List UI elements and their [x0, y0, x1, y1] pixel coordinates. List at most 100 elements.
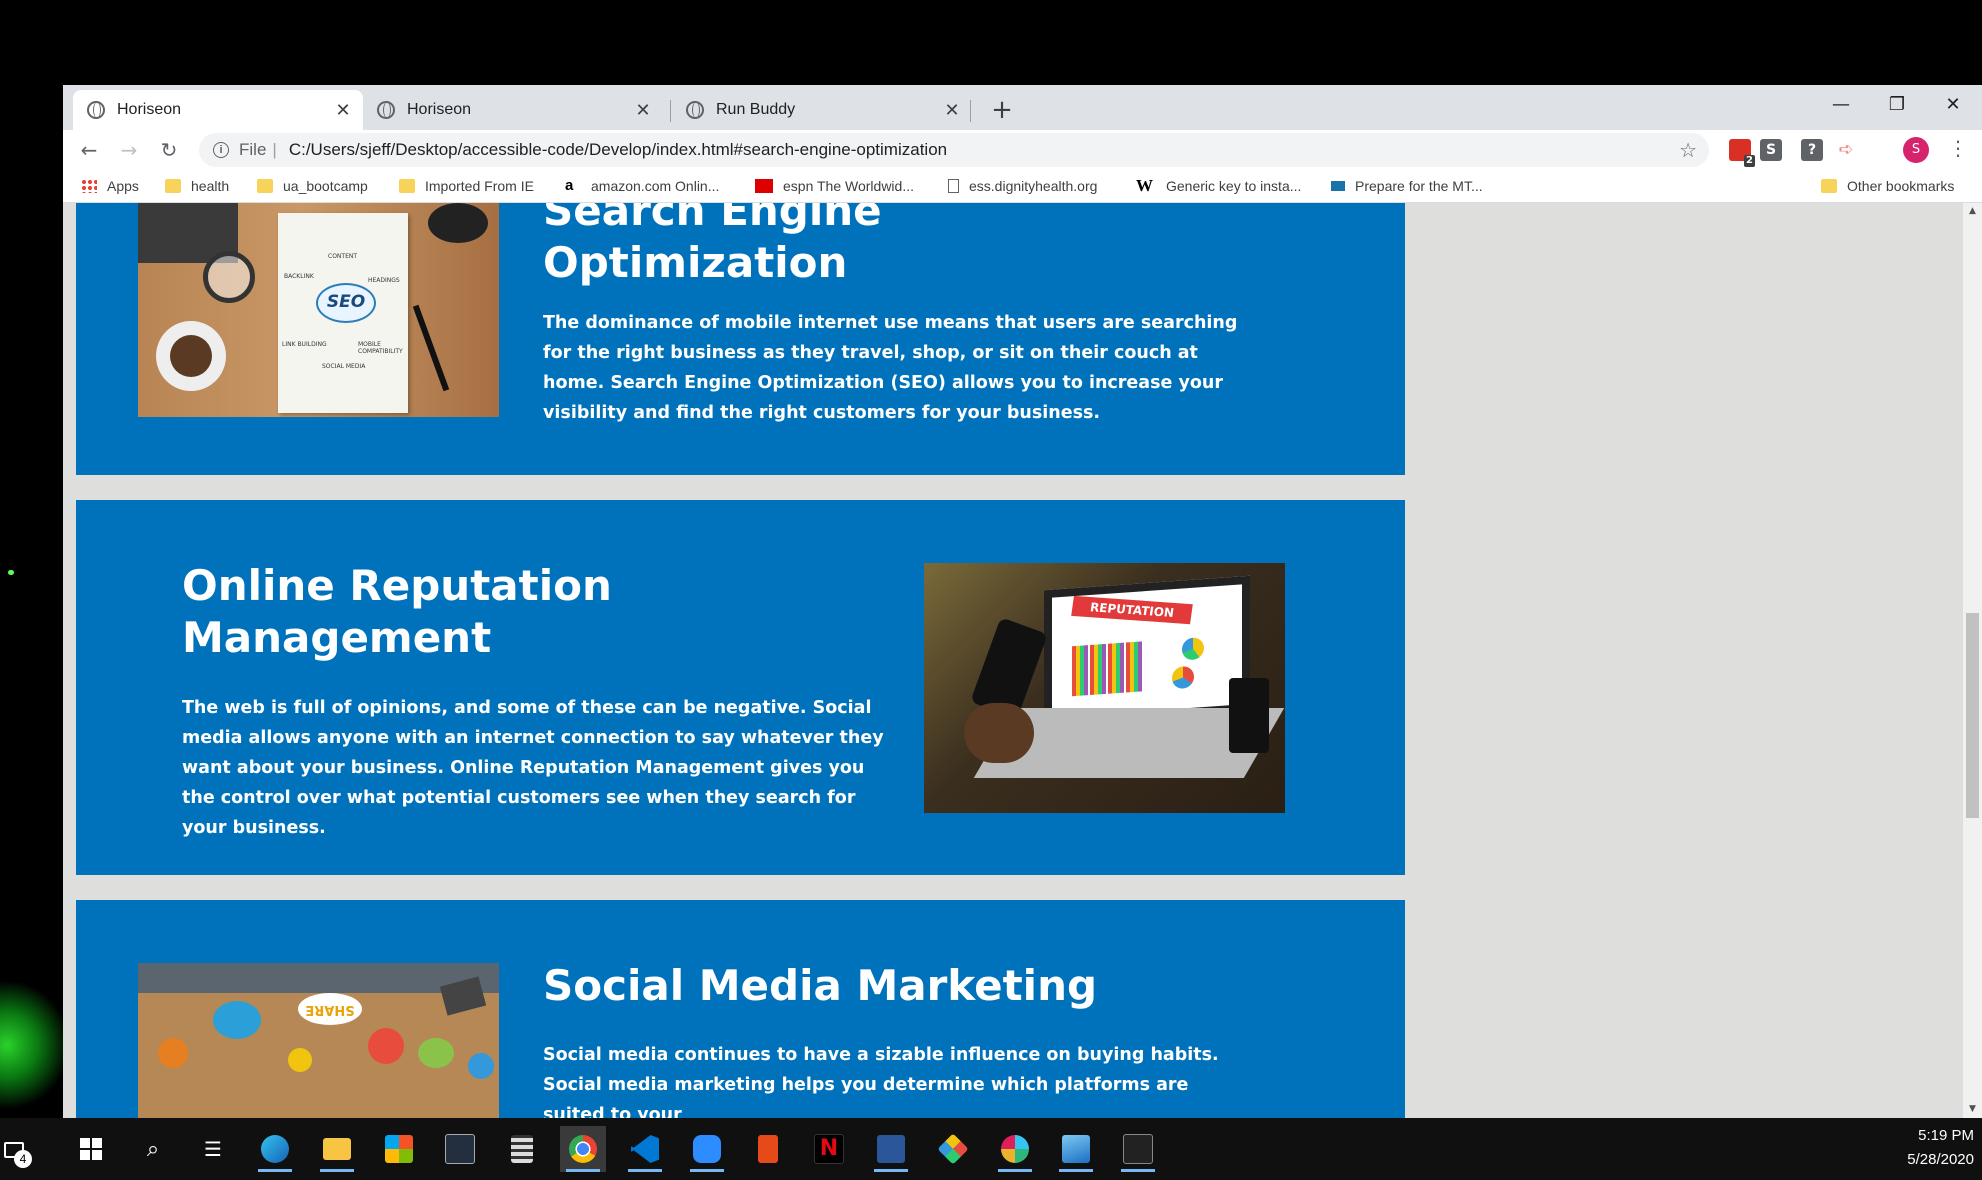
bookmark-health[interactable]: health	[165, 170, 229, 202]
system-clock[interactable]: 5:19 PM 5/28/2020	[1888, 1124, 1974, 1172]
bookmark-espn[interactable]: espn The Worldwid...	[755, 170, 914, 202]
image-text: BACKLINK	[284, 273, 314, 280]
globe-icon	[87, 101, 105, 119]
profile-avatar[interactable]: S	[1903, 137, 1929, 163]
close-tab-icon[interactable]: ✕	[940, 100, 964, 121]
close-tab-icon[interactable]: ✕	[331, 100, 355, 121]
notification-count: 4	[14, 1150, 32, 1168]
share-bubble: SHARE	[298, 993, 362, 1025]
tab-horiseon-2[interactable]: Horiseon ✕	[363, 90, 663, 130]
edge-icon[interactable]	[252, 1126, 298, 1172]
windows-taskbar: 4 ⌕ ☰ N 5:19 PM 5/28/2020	[0, 1118, 1982, 1180]
social-media-body: Social media continues to have a sizable…	[543, 1045, 1219, 1118]
back-button[interactable]: ←	[73, 134, 105, 166]
forward-button[interactable]: →	[113, 134, 145, 166]
image-text: MOBILE COMPATIBILITY	[358, 341, 403, 355]
netflix-icon[interactable]: N	[806, 1126, 852, 1172]
slack-icon[interactable]	[992, 1126, 1038, 1172]
url-text[interactable]: C:/Users/sjeff/Desktop/accessible-code/D…	[289, 140, 947, 160]
pen-shape	[412, 304, 450, 392]
tab-run-buddy[interactable]: Run Buddy ✕	[672, 90, 972, 130]
browser-window: Horiseon ✕ Horiseon ✕ Run Buddy ✕ + — ❐ …	[63, 85, 1982, 1118]
w-icon: W	[1136, 176, 1153, 195]
hand-shape	[964, 703, 1034, 763]
search-icon[interactable]: ⌕	[130, 1126, 176, 1172]
mug-shape	[1229, 678, 1269, 753]
app-icon-shape	[288, 1048, 312, 1072]
zoom-icon[interactable]	[684, 1126, 730, 1172]
apps-grid-icon	[81, 179, 97, 193]
scrollbar-thumb[interactable]	[1966, 613, 1979, 818]
folder-icon	[399, 179, 415, 193]
minimize-button[interactable]: —	[1813, 85, 1869, 125]
bookmark-star-icon[interactable]: ☆	[1679, 138, 1697, 163]
amazon-icon[interactable]	[437, 1126, 483, 1172]
windows-start-icon[interactable]	[68, 1126, 114, 1172]
address-bar[interactable]: i File | C:/Users/sjeff/Desktop/accessib…	[199, 133, 1709, 167]
bookmark-dignityhealth[interactable]: ess.dignityhealth.org	[948, 170, 1097, 202]
bookmark-generic-key[interactable]: W Generic key to insta...	[1136, 170, 1301, 202]
git-icon[interactable]	[930, 1126, 976, 1172]
browser-toolbar: ← → ↻ i File | C:/Users/sjeff/Desktop/ac…	[63, 130, 1982, 170]
calculator-icon[interactable]	[499, 1126, 545, 1172]
info-icon[interactable]: i	[213, 142, 229, 158]
word-icon[interactable]	[868, 1126, 914, 1172]
page-scrollbar[interactable]: ▲ ▼	[1963, 203, 1982, 1118]
seo-section: SEO CONTENT BACKLINK HEADINGS LINK BUILD…	[76, 203, 1405, 475]
close-tab-icon[interactable]: ✕	[631, 100, 655, 121]
reputation-section: Online Reputation Management The web is f…	[76, 500, 1405, 875]
scheme-label: File	[239, 140, 267, 159]
divider: |	[272, 140, 277, 159]
office-icon[interactable]	[745, 1126, 791, 1172]
social-media-image: SHARE	[138, 963, 499, 1118]
bookmarks-bar: Apps health ua_bootcamp Imported From IE…	[63, 170, 1982, 203]
image-text: LINK BUILDING	[282, 341, 327, 348]
image-text: CONTENT	[328, 253, 358, 260]
new-tab-button[interactable]: +	[985, 93, 1019, 127]
chrome-icon[interactable]	[560, 1126, 606, 1172]
action-center-button[interactable]: 4	[0, 1138, 32, 1172]
store-icon[interactable]	[376, 1126, 422, 1172]
maximize-button[interactable]: ❐	[1869, 85, 1925, 125]
bookmark-apps[interactable]: Apps	[81, 170, 139, 202]
tab-strip: Horiseon ✕ Horiseon ✕ Run Buddy ✕ + — ❐ …	[63, 85, 1982, 130]
task-view-icon[interactable]: ☰	[190, 1126, 236, 1172]
clock-date: 5/28/2020	[1907, 1151, 1974, 1168]
file-explorer-icon[interactable]	[314, 1126, 360, 1172]
other-bookmarks[interactable]: Other bookmarks	[1821, 170, 1954, 202]
bookmark-label: ua_bootcamp	[283, 178, 368, 194]
vscode-icon[interactable]	[622, 1126, 668, 1172]
scroll-up-arrow[interactable]: ▲	[1963, 203, 1982, 220]
seo-body: The dominance of mobile internet use mea…	[543, 313, 1238, 423]
social-media-title: Social Media Marketing	[543, 961, 1098, 1010]
reload-button[interactable]: ↻	[153, 134, 185, 166]
cloud-shape	[213, 1001, 261, 1039]
script-extension-icon[interactable]: S	[1760, 139, 1782, 161]
bookmark-prepare-mt[interactable]: Prepare for the MT...	[1331, 170, 1483, 202]
pie-chart-shape	[1182, 637, 1204, 661]
reputation-banner: REPUTATION	[1071, 595, 1193, 625]
photos-icon[interactable]	[1053, 1126, 1099, 1172]
scroll-down-arrow[interactable]: ▼	[1963, 1101, 1982, 1118]
menu-kebab-icon[interactable]: ⋮	[1948, 136, 1968, 160]
cast-extension-icon[interactable]: ➪	[1835, 139, 1857, 161]
close-window-button[interactable]: ✕	[1925, 85, 1981, 125]
reputation-image: REPUTATION	[924, 563, 1285, 813]
reputation-title: Online Reputation Management	[182, 561, 612, 662]
bookmark-imported-from-ie[interactable]: Imported From IE	[399, 170, 534, 202]
notebook-shape: SEO CONTENT BACKLINK HEADINGS LINK BUILD…	[278, 213, 408, 413]
bookmark-ua-bootcamp[interactable]: ua_bootcamp	[257, 170, 368, 202]
terminal-icon[interactable]	[1115, 1126, 1161, 1172]
bookmark-label: Generic key to insta...	[1166, 178, 1302, 194]
plant-shape	[418, 1038, 454, 1068]
tab-horiseon-1[interactable]: Horiseon ✕	[73, 90, 363, 130]
help-extension-icon[interactable]: ?	[1801, 139, 1823, 161]
app-icon-shape	[368, 1028, 404, 1064]
bookmark-label: Imported From IE	[425, 178, 534, 194]
todoist-extension-icon[interactable]: 2	[1729, 139, 1755, 167]
bookmark-label: health	[191, 178, 230, 194]
globe-icon	[377, 101, 395, 119]
bookmark-amazon[interactable]: a amazon.com Onlin...	[565, 170, 719, 202]
app-icon-shape	[158, 1038, 188, 1068]
clock-time: 5:19 PM	[1918, 1127, 1974, 1144]
